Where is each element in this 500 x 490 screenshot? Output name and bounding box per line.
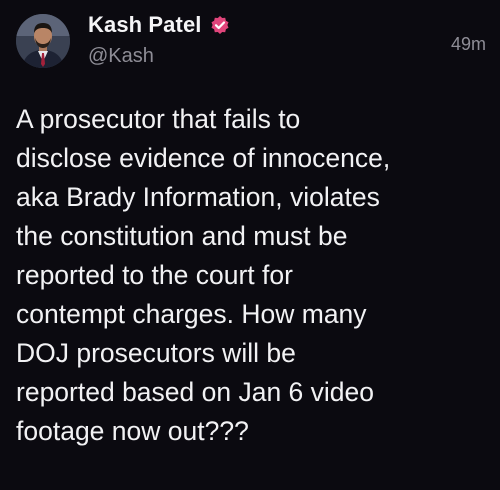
author-name-row: Kash Patel (88, 12, 230, 38)
post-card: Kash Patel @Kash 49m A prosecutor that f… (0, 0, 500, 490)
post-body-text: A prosecutor that fails to disclose evid… (16, 104, 391, 446)
avatar-image (16, 14, 70, 68)
post-timestamp: 49m (450, 34, 486, 54)
author-handle[interactable]: @Kash (88, 45, 154, 68)
author-display-name[interactable]: Kash Patel (88, 12, 202, 38)
verified-badge-icon (210, 15, 230, 35)
avatar[interactable] (16, 14, 70, 68)
